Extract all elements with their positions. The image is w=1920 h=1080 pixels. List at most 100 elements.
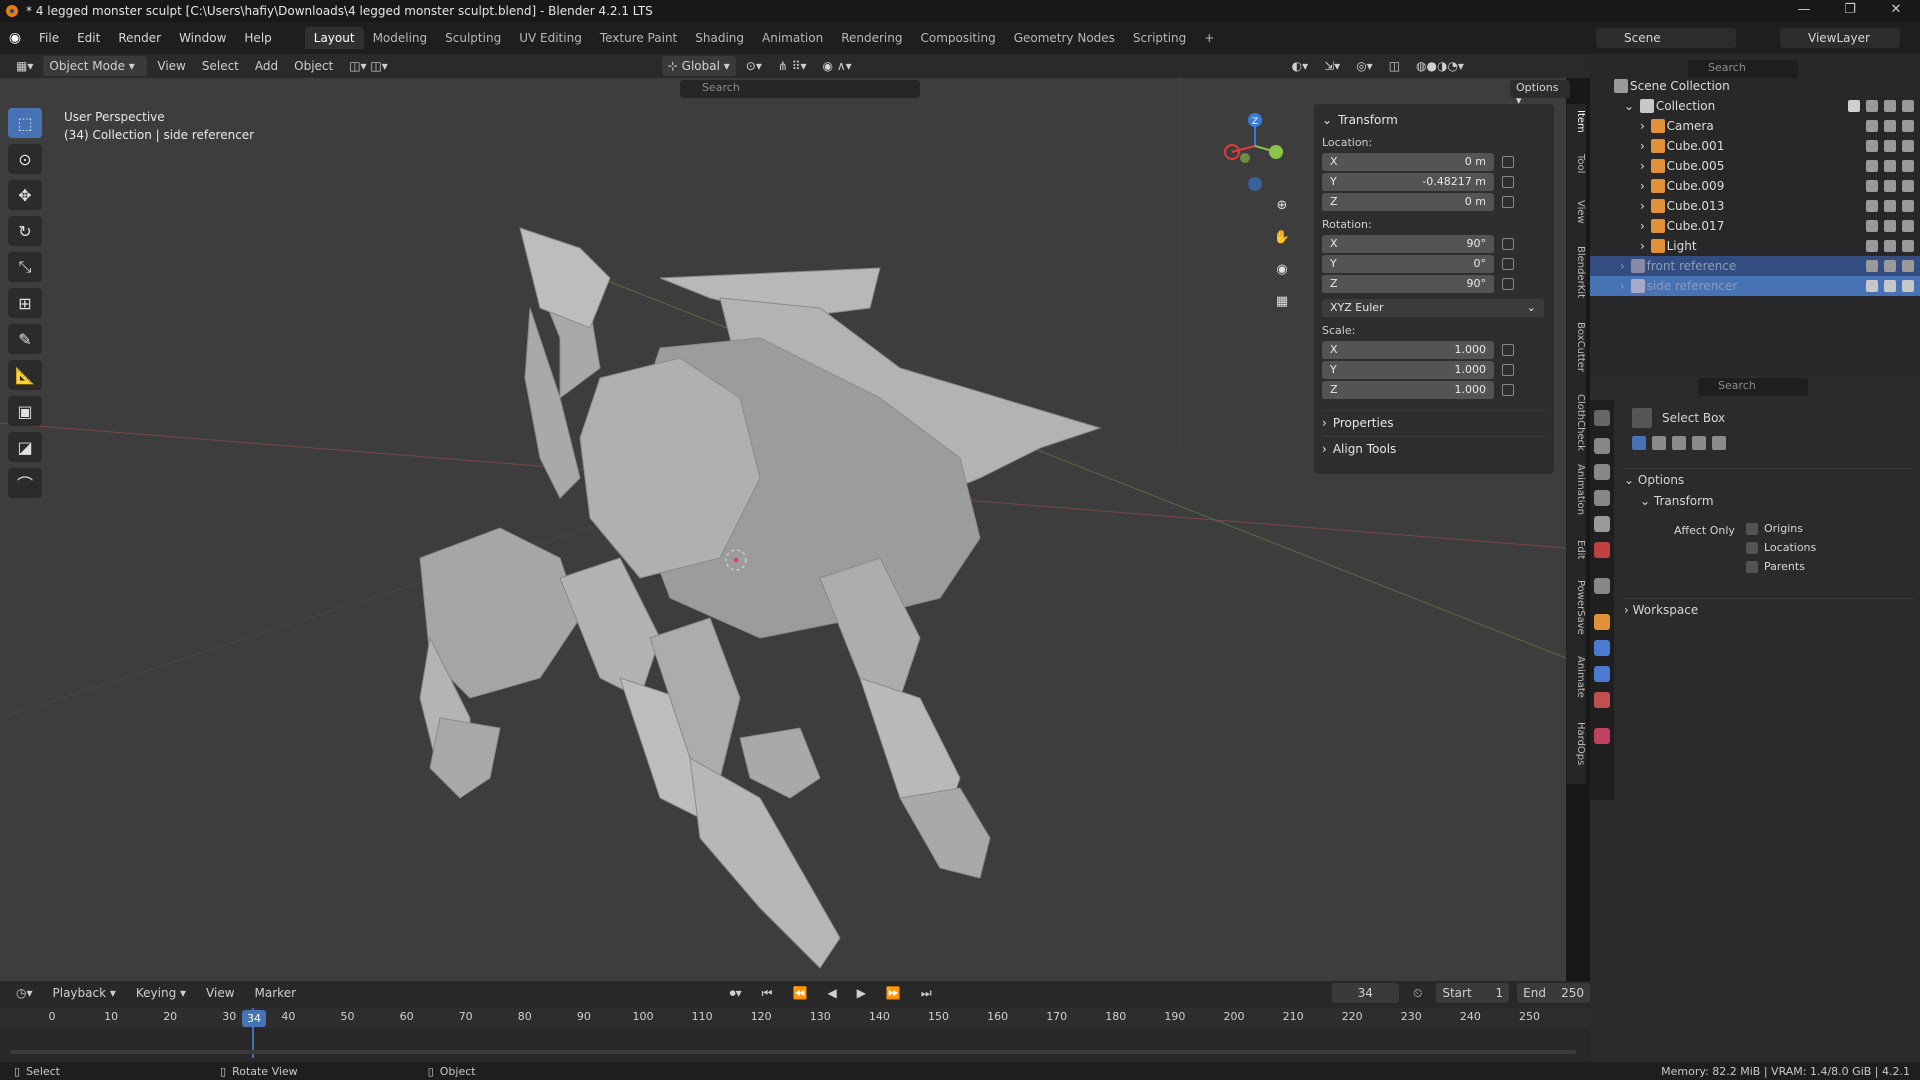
menu-marker[interactable]: Marker	[249, 983, 302, 1003]
tab-geometry-nodes[interactable]: Geometry Nodes	[1005, 27, 1124, 49]
blender-menu-icon[interactable]: ◉	[0, 30, 30, 46]
minimize-icon[interactable]: —	[1784, 2, 1824, 20]
menu-file[interactable]: File	[30, 31, 68, 45]
constraints-tab-icon[interactable]	[1594, 666, 1610, 682]
tab-animate[interactable]: Animate	[1566, 656, 1586, 698]
properties-panel-header[interactable]: › Properties	[1322, 410, 1546, 430]
tab-powersave[interactable]: PowerSave	[1566, 580, 1586, 635]
ortho-grid-icon[interactable]: ▦	[1270, 290, 1294, 312]
lock-icon[interactable]	[1502, 238, 1514, 250]
scale-tool-icon[interactable]: ⤡	[8, 252, 42, 282]
lock-icon[interactable]	[1502, 258, 1514, 270]
jump-end-icon[interactable]: ⏭	[915, 983, 938, 1003]
outliner-item-light[interactable]: › Light	[1590, 236, 1920, 256]
visibility-toggles[interactable]	[1848, 100, 1914, 112]
rotate-tool-icon[interactable]: ↻	[8, 216, 42, 246]
tab-clothcheck[interactable]: ClothCheck	[1566, 394, 1586, 451]
outliner-item-front-reference[interactable]: › front reference	[1590, 256, 1920, 276]
rotation-mode-dropdown[interactable]: XYZ Euler ⌄	[1322, 298, 1544, 318]
scale-x-field[interactable]: X 1.000	[1322, 340, 1494, 360]
data-tab-icon[interactable]	[1594, 692, 1610, 708]
shading-modes-icon[interactable]: ◍●◑◔▾	[1410, 56, 1470, 76]
tab-edit[interactable]: Edit	[1566, 540, 1586, 559]
next-keyframe-icon[interactable]: ⏩	[880, 983, 907, 1003]
tab-view[interactable]: View	[1566, 200, 1586, 224]
properties-search-input[interactable]: Search	[1698, 378, 1808, 396]
options-button[interactable]: Options ▾	[1510, 80, 1570, 107]
tab-item[interactable]: Item	[1566, 110, 1586, 133]
move-tool-icon[interactable]: ✥	[8, 180, 42, 210]
maximize-icon[interactable]: ❐	[1830, 2, 1870, 20]
menu-help[interactable]: Help	[235, 31, 280, 45]
tab-layout[interactable]: Layout	[304, 27, 364, 49]
scale-z-field[interactable]: Z 1.000	[1322, 380, 1494, 400]
tab-boxcutter[interactable]: BoxCutter	[1566, 322, 1586, 372]
cursor-tool-icon[interactable]: ⊙	[8, 144, 42, 174]
timeline-scrollbar[interactable]	[10, 1050, 1576, 1054]
select-box-tool-icon[interactable]: ⬚	[8, 108, 42, 138]
add-workspace-button[interactable]: +	[1195, 27, 1223, 49]
editor-type-icon[interactable]: ◷▾	[10, 983, 39, 1003]
physics-tab-icon[interactable]	[1594, 640, 1610, 656]
options-panel-header[interactable]: ⌄ Options	[1624, 468, 1914, 487]
mode-subtract-icon[interactable]	[1672, 436, 1686, 450]
location-z-field[interactable]: Z 0 m	[1322, 192, 1494, 212]
world-tab-icon[interactable]	[1594, 542, 1610, 558]
transform-subpanel-header[interactable]: ⌄ Transform	[1640, 494, 1714, 508]
add-cube-tool-icon[interactable]: ▣	[8, 396, 42, 426]
menu-object[interactable]: Object	[288, 56, 339, 76]
camera-view-icon[interactable]: ◉	[1270, 258, 1294, 280]
menu-render[interactable]: Render	[109, 31, 170, 45]
mode-new-icon[interactable]	[1632, 436, 1646, 450]
viewlayer-selector[interactable]: ViewLayer	[1780, 28, 1900, 48]
tab-compositing[interactable]: Compositing	[911, 27, 1004, 49]
view-layer-tab-icon[interactable]	[1594, 490, 1610, 506]
collection-tab-icon[interactable]	[1594, 578, 1610, 594]
frame-ruler[interactable]: 0 10 20 30 40 50 60 70 80 90 100 110 120 130 140 150 160…	[0, 1008, 1590, 1028]
texture-tab-icon[interactable]	[1594, 728, 1610, 744]
prev-keyframe-icon[interactable]: ⏪	[786, 983, 813, 1003]
lock-icon[interactable]	[1502, 196, 1514, 208]
rotation-z-field[interactable]: Z 90°	[1322, 274, 1494, 294]
tab-sculpting[interactable]: Sculpting	[436, 27, 510, 49]
viewport-search-input[interactable]: Search	[680, 80, 920, 98]
menu-playback[interactable]: Playback ▾	[47, 983, 122, 1003]
tool-tab-icon[interactable]	[1594, 410, 1610, 426]
navigation-gizmo[interactable]: Z	[1210, 106, 1290, 196]
output-tab-icon[interactable]	[1594, 464, 1610, 480]
tab-animation[interactable]: Animation	[753, 27, 832, 49]
locations-checkbox[interactable]: Locations	[1746, 541, 1816, 554]
snap-icon[interactable]: ⋔ ⠿▾	[772, 56, 813, 76]
collection-row[interactable]: ⌄ Collection	[1590, 96, 1920, 116]
mode-extend-icon[interactable]	[1652, 436, 1666, 450]
menu-edit[interactable]: Edit	[68, 31, 109, 45]
menu-select[interactable]: Select	[196, 56, 245, 76]
menu-keying[interactable]: Keying ▾	[130, 983, 192, 1003]
location-y-field[interactable]: Y -0.48217 m	[1322, 172, 1494, 192]
tab-tool[interactable]: Tool	[1566, 154, 1586, 173]
proportional-icon[interactable]: ◉ ∧▾	[817, 56, 858, 76]
tab-hardops[interactable]: HardOps	[1566, 722, 1586, 765]
pivot-icon[interactable]: ⊙▾	[740, 56, 768, 76]
gizmo-icon[interactable]: ⇲▾	[1318, 56, 1346, 76]
origins-checkbox[interactable]: Origins	[1746, 522, 1816, 535]
annotate-tool-icon[interactable]: ✎	[8, 324, 42, 354]
mode-invert-icon[interactable]	[1692, 436, 1706, 450]
mode-intersect-icon[interactable]	[1712, 436, 1726, 450]
tab-rendering[interactable]: Rendering	[832, 27, 911, 49]
object-tab-icon[interactable]	[1594, 614, 1610, 630]
menu-view[interactable]: View	[151, 56, 191, 76]
outliner-item-cube-001[interactable]: › Cube.001	[1590, 136, 1920, 156]
auto-key-icon[interactable]: ⏺▾	[724, 983, 748, 1003]
outliner-item-cube-013[interactable]: › Cube.013	[1590, 196, 1920, 216]
editor-type-icon[interactable]: ▦▾	[10, 56, 39, 76]
orientation-dropdown[interactable]: ⊹ Global ▾	[661, 56, 736, 76]
gizmo-toggles-icon[interactable]: ◫▾ ◫▾	[343, 56, 394, 76]
menu-add[interactable]: Add	[249, 56, 284, 76]
transform-tool-icon[interactable]: ⊞	[8, 288, 42, 318]
outliner-item-cube-009[interactable]: › Cube.009	[1590, 176, 1920, 196]
tab-blenderkit[interactable]: BlenderKit	[1566, 246, 1586, 298]
tab-shading[interactable]: Shading	[686, 27, 753, 49]
outliner-item-cube-017[interactable]: › Cube.017	[1590, 216, 1920, 236]
menu-timeline-view[interactable]: View	[200, 983, 240, 1003]
